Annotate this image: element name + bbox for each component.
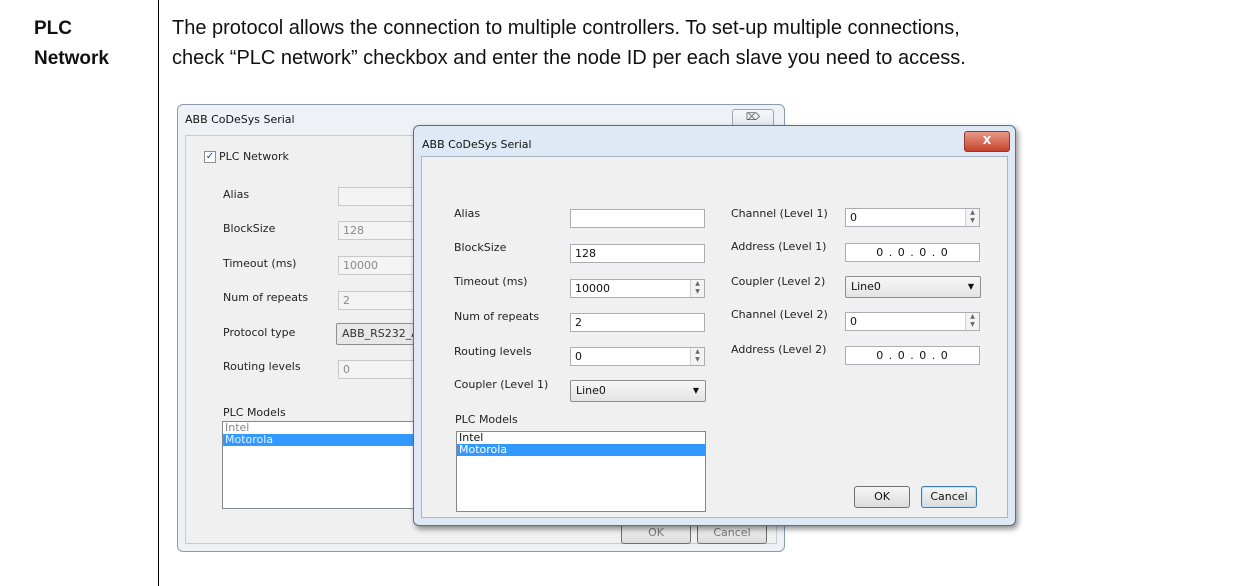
protocol-label: Protocol type: [223, 326, 296, 339]
plc-models-list[interactable]: Intel Motorola: [456, 431, 706, 512]
routing-value: 0: [575, 350, 582, 363]
routing-field[interactable]: 0: [338, 360, 418, 379]
table-divider: [158, 0, 159, 586]
routing-field[interactable]: 0 ▲ ▼: [570, 347, 705, 366]
timeout-field[interactable]: 10000: [338, 256, 418, 275]
section-title: PLC Network: [34, 14, 109, 74]
blocksize-field[interactable]: 128: [570, 244, 705, 263]
timeout-field[interactable]: 10000 ▲ ▼: [570, 279, 705, 298]
address2-label: Address (Level 2): [731, 343, 827, 356]
back-dialog-title: ABB CoDeSys Serial: [185, 113, 295, 126]
plc-models-list[interactable]: Intel Motorola: [222, 421, 418, 509]
blocksize-field[interactable]: 128: [338, 221, 418, 240]
spin-down-icon[interactable]: ▼: [966, 321, 979, 329]
channel2-field[interactable]: 0 ▲ ▼: [845, 312, 980, 331]
cancel-button[interactable]: Cancel: [921, 486, 977, 508]
channel2-spinner[interactable]: ▲ ▼: [965, 313, 979, 330]
chevron-down-icon: ▼: [692, 386, 699, 395]
alias-label: Alias: [454, 207, 481, 220]
coupler2-select[interactable]: Line0 ▼: [845, 276, 981, 298]
plc-models-label: PLC Models: [455, 413, 518, 426]
front-close-button[interactable]: X: [964, 131, 1010, 152]
coupler1-select[interactable]: Line0 ▼: [570, 380, 706, 402]
front-dialog-window: ABB CoDeSys Serial X Alias BlockSize 128…: [413, 125, 1016, 526]
spin-down-icon[interactable]: ▼: [691, 356, 704, 364]
spin-up-icon[interactable]: ▲: [691, 348, 704, 356]
spin-up-icon[interactable]: ▲: [966, 313, 979, 321]
spin-up-icon[interactable]: ▲: [966, 209, 979, 217]
spin-down-icon[interactable]: ▼: [691, 288, 704, 296]
coupler2-label: Coupler (Level 2): [731, 275, 826, 288]
description-paragraph: The protocol allows the connection to mu…: [172, 13, 1247, 73]
chevron-down-icon: ▼: [967, 282, 974, 291]
close-icon: X: [982, 134, 992, 147]
address2-field[interactable]: 0 . 0 . 0 . 0: [845, 346, 980, 365]
protocol-select[interactable]: ABB_RS232_A: [336, 323, 419, 345]
coupler1-label: Coupler (Level 1): [454, 378, 549, 391]
alias-label: Alias: [223, 188, 250, 201]
front-dialog-body: Alias BlockSize 128 Timeout (ms) 10000 ▲…: [421, 156, 1008, 518]
spin-up-icon[interactable]: ▲: [691, 280, 704, 288]
plc-network-label: PLC Network: [219, 150, 289, 163]
paragraph-line2: check “PLC network” checkbox and enter t…: [172, 47, 966, 69]
timeout-label: Timeout (ms): [454, 275, 528, 288]
alias-field[interactable]: [570, 209, 705, 228]
plc-models-label: PLC Models: [223, 406, 286, 419]
section-title-line1: PLC: [34, 18, 72, 39]
ok-button[interactable]: OK: [854, 486, 910, 508]
routing-spinner[interactable]: ▲ ▼: [690, 348, 704, 365]
channel1-field[interactable]: 0 ▲ ▼: [845, 208, 980, 227]
timeout-spinner[interactable]: ▲ ▼: [690, 280, 704, 297]
list-item-selected[interactable]: Motorola: [223, 434, 417, 446]
timeout-value: 10000: [575, 282, 610, 295]
check-icon: ✓: [205, 151, 215, 162]
address1-field[interactable]: 0 . 0 . 0 . 0: [845, 243, 980, 262]
timeout-label: Timeout (ms): [223, 257, 297, 270]
repeats-label: Num of repeats: [223, 291, 309, 304]
blocksize-label: BlockSize: [454, 241, 507, 254]
address1-label: Address (Level 1): [731, 240, 827, 253]
channel1-spinner[interactable]: ▲ ▼: [965, 209, 979, 226]
coupler1-value: Line0: [576, 384, 606, 397]
spin-down-icon[interactable]: ▼: [966, 217, 979, 225]
routing-label: Routing levels: [454, 345, 532, 358]
blocksize-label: BlockSize: [223, 222, 276, 235]
repeats-field[interactable]: 2: [570, 313, 705, 332]
front-dialog-title: ABB CoDeSys Serial: [422, 138, 532, 151]
channel2-value: 0: [850, 315, 857, 328]
plc-network-checkbox[interactable]: ✓: [204, 151, 216, 163]
section-title-line2: Network: [34, 48, 109, 69]
channel2-label: Channel (Level 2): [731, 308, 828, 321]
coupler2-value: Line0: [851, 280, 881, 293]
repeats-field[interactable]: 2: [338, 291, 418, 310]
channel1-value: 0: [850, 211, 857, 224]
channel1-label: Channel (Level 1): [731, 207, 828, 220]
repeats-label: Num of repeats: [454, 310, 540, 323]
paragraph-line1: The protocol allows the connection to mu…: [172, 17, 960, 39]
close-icon: ⌦: [745, 112, 761, 123]
routing-label: Routing levels: [223, 360, 301, 373]
alias-field[interactable]: [338, 187, 418, 206]
list-item-selected[interactable]: Motorola: [457, 444, 705, 456]
